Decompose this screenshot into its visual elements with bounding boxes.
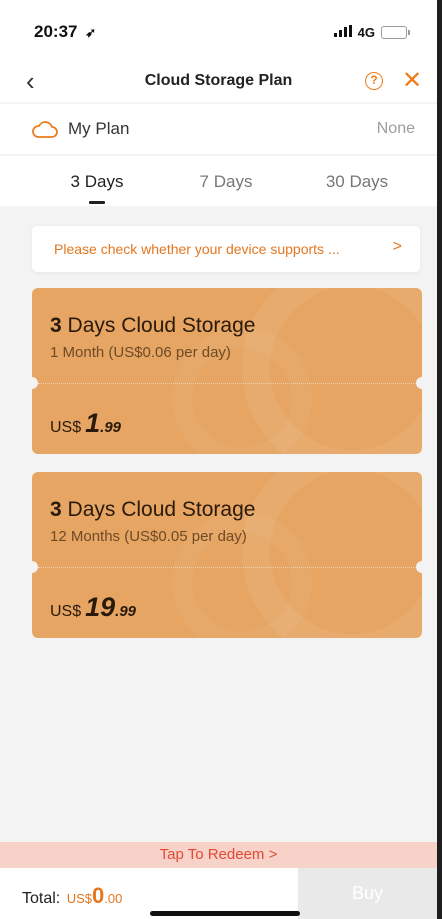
plan-title-text: Days Cloud Storage — [67, 498, 256, 521]
price-decimal: .99 — [115, 603, 137, 620]
ticket-notch — [416, 377, 422, 389]
plan-card-12-months[interactable]: 3 Days Cloud Storage 12 Months (US$0.05 … — [32, 472, 422, 638]
tab-3-days[interactable]: 3 Days — [37, 172, 157, 192]
network-label: 4G — [357, 24, 375, 40]
location-arrow-icon: ➶ — [85, 25, 97, 40]
home-indicator[interactable] — [150, 911, 300, 916]
duration-tabs: 3 Days 7 Days 30 Days — [0, 156, 437, 206]
ticket-notch — [32, 561, 38, 573]
device-support-notice[interactable]: Please check whether your device support… — [32, 226, 420, 272]
price-integer: 1 — [85, 408, 101, 438]
total-label: Total: — [22, 890, 61, 907]
price-integer: 19 — [85, 592, 116, 622]
ticket-notch — [32, 377, 38, 389]
total-currency: US$ — [66, 891, 92, 906]
tab-30-days[interactable]: 30 Days — [297, 172, 417, 192]
price-currency: US$ — [50, 419, 82, 436]
plan-title-number: 3 — [50, 314, 62, 337]
redeem-link: Tap To Redeem > — [159, 846, 278, 863]
status-indicators: 4G — [333, 24, 410, 40]
notice-text: Please check whether your device support… — [54, 241, 340, 257]
total-integer: 0 — [92, 883, 105, 908]
close-button[interactable]: ✕ — [402, 66, 422, 96]
my-plan-label: My Plan — [68, 119, 130, 138]
status-time: 20:37 ➶ — [34, 22, 96, 42]
ticket-divider — [38, 567, 416, 568]
price-currency: US$ — [50, 603, 82, 620]
plan-subtitle: 12 Months (US$0.05 per day) — [50, 528, 247, 545]
plan-title: 3 Days Cloud Storage — [50, 314, 255, 338]
my-plan-value: None — [376, 120, 415, 137]
help-button[interactable]: ? — [365, 72, 383, 90]
plan-title-number: 3 — [50, 498, 62, 521]
buy-button[interactable]: Buy — [298, 868, 437, 919]
status-time-text: 20:37 — [34, 22, 78, 41]
tab-7-days[interactable]: 7 Days — [166, 172, 286, 192]
status-bar: 20:37 ➶ 4G — [0, 0, 437, 62]
my-plan-row: My Plan None — [0, 104, 437, 154]
redeem-bar[interactable]: Tap To Redeem > — [0, 842, 437, 868]
ticket-divider — [38, 383, 416, 384]
plan-price: US$ 19.99 — [50, 592, 136, 623]
plan-subtitle: 1 Month (US$0.06 per day) — [50, 344, 231, 361]
screen-edge — [437, 0, 442, 919]
nav-bar: ‹ Cloud Storage Plan ? ✕ — [0, 62, 437, 102]
battery-icon — [381, 25, 410, 39]
plan-price: US$ 1.99 — [50, 408, 121, 439]
close-icon: ✕ — [402, 67, 423, 94]
plan-title-text: Days Cloud Storage — [67, 314, 256, 337]
price-decimal: .99 — [100, 419, 122, 436]
signal-bars-icon — [333, 24, 352, 40]
app-screen: 20:37 ➶ 4G ‹ Cloud Storage Plan ? ✕ My P… — [0, 0, 437, 919]
cloud-icon — [32, 121, 58, 138]
total-decimal: .00 — [104, 891, 123, 906]
active-tab-indicator — [89, 201, 105, 204]
total-price: Total: US$0.00 — [22, 883, 122, 909]
question-circle-icon: ? — [370, 73, 378, 87]
plan-title: 3 Days Cloud Storage — [50, 498, 255, 522]
chevron-right-icon: > — [392, 238, 402, 255]
ticket-notch — [416, 561, 422, 573]
plan-card-1-month[interactable]: 3 Days Cloud Storage 1 Month (US$0.06 pe… — [32, 288, 422, 454]
